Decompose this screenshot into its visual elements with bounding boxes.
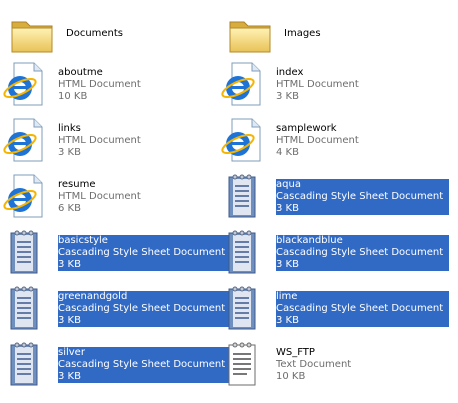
file-type: HTML Document xyxy=(58,79,141,90)
file-name: aqua xyxy=(276,179,301,190)
css-document-icon xyxy=(2,285,46,331)
file-type: Cascading Style Sheet Document xyxy=(276,303,444,314)
file-item-samplework[interactable]: samplework HTML Document 4 KB xyxy=(220,113,445,169)
file-name: links xyxy=(58,123,81,134)
file-type: HTML Document xyxy=(58,135,141,146)
file-label: WS_FTP Text Document 10 KB xyxy=(276,347,351,383)
file-item-silver[interactable]: silver Cascading Style Sheet Document 3 … xyxy=(2,337,232,393)
file-item-lime[interactable]: lime Cascading Style Sheet Document 3 KB xyxy=(220,281,450,337)
file-item-links[interactable]: links HTML Document 3 KB xyxy=(2,113,227,169)
folder-icon xyxy=(10,10,54,56)
css-document-icon xyxy=(220,285,264,331)
file-label: blackandblue Cascading Style Sheet Docum… xyxy=(276,235,450,271)
file-name: WS_FTP xyxy=(276,347,315,358)
file-size: 3 KB xyxy=(276,315,299,326)
file-name: blackandblue xyxy=(276,235,343,246)
file-name: silver xyxy=(58,347,85,358)
file-name: Images xyxy=(284,28,321,39)
file-name: greenandgold xyxy=(58,291,128,302)
css-document-icon xyxy=(2,341,46,387)
file-item-documents[interactable]: Documents xyxy=(10,6,235,62)
file-type: Cascading Style Sheet Document xyxy=(58,247,226,258)
file-type: Cascading Style Sheet Document xyxy=(58,303,226,314)
file-size: 10 KB xyxy=(58,91,88,102)
file-type: Cascading Style Sheet Document xyxy=(58,359,226,370)
file-type: HTML Document xyxy=(58,191,141,202)
file-size: 4 KB xyxy=(276,147,299,158)
file-name: index xyxy=(276,67,304,78)
file-name: resume xyxy=(58,179,96,190)
file-type: Cascading Style Sheet Document xyxy=(276,247,444,258)
file-item-images[interactable]: Images xyxy=(228,6,453,62)
file-label: greenandgold Cascading Style Sheet Docum… xyxy=(58,291,232,327)
file-type: Cascading Style Sheet Document xyxy=(276,191,444,202)
file-type: HTML Document xyxy=(276,135,359,146)
file-size: 10 KB xyxy=(276,371,306,382)
file-item-aboutme[interactable]: aboutme HTML Document 10 KB xyxy=(2,57,227,113)
html-document-icon xyxy=(220,61,264,107)
file-label: index HTML Document 3 KB xyxy=(276,67,359,103)
file-item-index[interactable]: index HTML Document 3 KB xyxy=(220,57,445,113)
file-size: 3 KB xyxy=(58,259,81,270)
html-document-icon xyxy=(2,117,46,163)
file-label: Images xyxy=(284,28,321,40)
file-label: aqua Cascading Style Sheet Document 3 KB xyxy=(276,179,450,215)
file-item-aqua[interactable]: aqua Cascading Style Sheet Document 3 KB xyxy=(220,169,450,225)
file-size: 3 KB xyxy=(58,315,81,326)
file-item-ws-ftp[interactable]: WS_FTP Text Document 10 KB xyxy=(220,337,445,393)
file-size: 3 KB xyxy=(276,203,299,214)
css-document-icon xyxy=(2,229,46,275)
html-document-icon xyxy=(2,61,46,107)
file-label: samplework HTML Document 4 KB xyxy=(276,123,359,159)
html-document-icon xyxy=(2,173,46,219)
file-type: HTML Document xyxy=(276,79,359,90)
file-name: basicstyle xyxy=(58,235,108,246)
file-label: basicstyle Cascading Style Sheet Documen… xyxy=(58,235,232,271)
folder-icon xyxy=(228,10,272,56)
file-size: 3 KB xyxy=(58,147,81,158)
file-label: resume HTML Document 6 KB xyxy=(58,179,141,215)
text-document-icon xyxy=(220,341,264,387)
file-size: 3 KB xyxy=(276,91,299,102)
file-label: Documents xyxy=(66,28,123,40)
file-label: links HTML Document 3 KB xyxy=(58,123,141,159)
file-type: Text Document xyxy=(276,359,352,370)
file-size: 3 KB xyxy=(276,259,299,270)
css-document-icon xyxy=(220,229,264,275)
css-document-icon xyxy=(220,173,264,219)
file-name: aboutme xyxy=(58,67,103,78)
file-label: aboutme HTML Document 10 KB xyxy=(58,67,141,103)
file-item-basicstyle[interactable]: basicstyle Cascading Style Sheet Documen… xyxy=(2,225,232,281)
file-item-greenandgold[interactable]: greenandgold Cascading Style Sheet Docum… xyxy=(2,281,232,337)
file-size: 6 KB xyxy=(58,203,81,214)
file-name: samplework xyxy=(276,123,337,134)
file-label: lime Cascading Style Sheet Document 3 KB xyxy=(276,291,450,327)
html-document-icon xyxy=(220,117,264,163)
file-item-resume[interactable]: resume HTML Document 6 KB xyxy=(2,169,227,225)
file-size: 3 KB xyxy=(58,371,81,382)
file-item-blackandblue[interactable]: blackandblue Cascading Style Sheet Docum… xyxy=(220,225,450,281)
file-name: lime xyxy=(276,291,298,302)
file-label: silver Cascading Style Sheet Document 3 … xyxy=(58,347,232,383)
file-name: Documents xyxy=(66,28,124,39)
